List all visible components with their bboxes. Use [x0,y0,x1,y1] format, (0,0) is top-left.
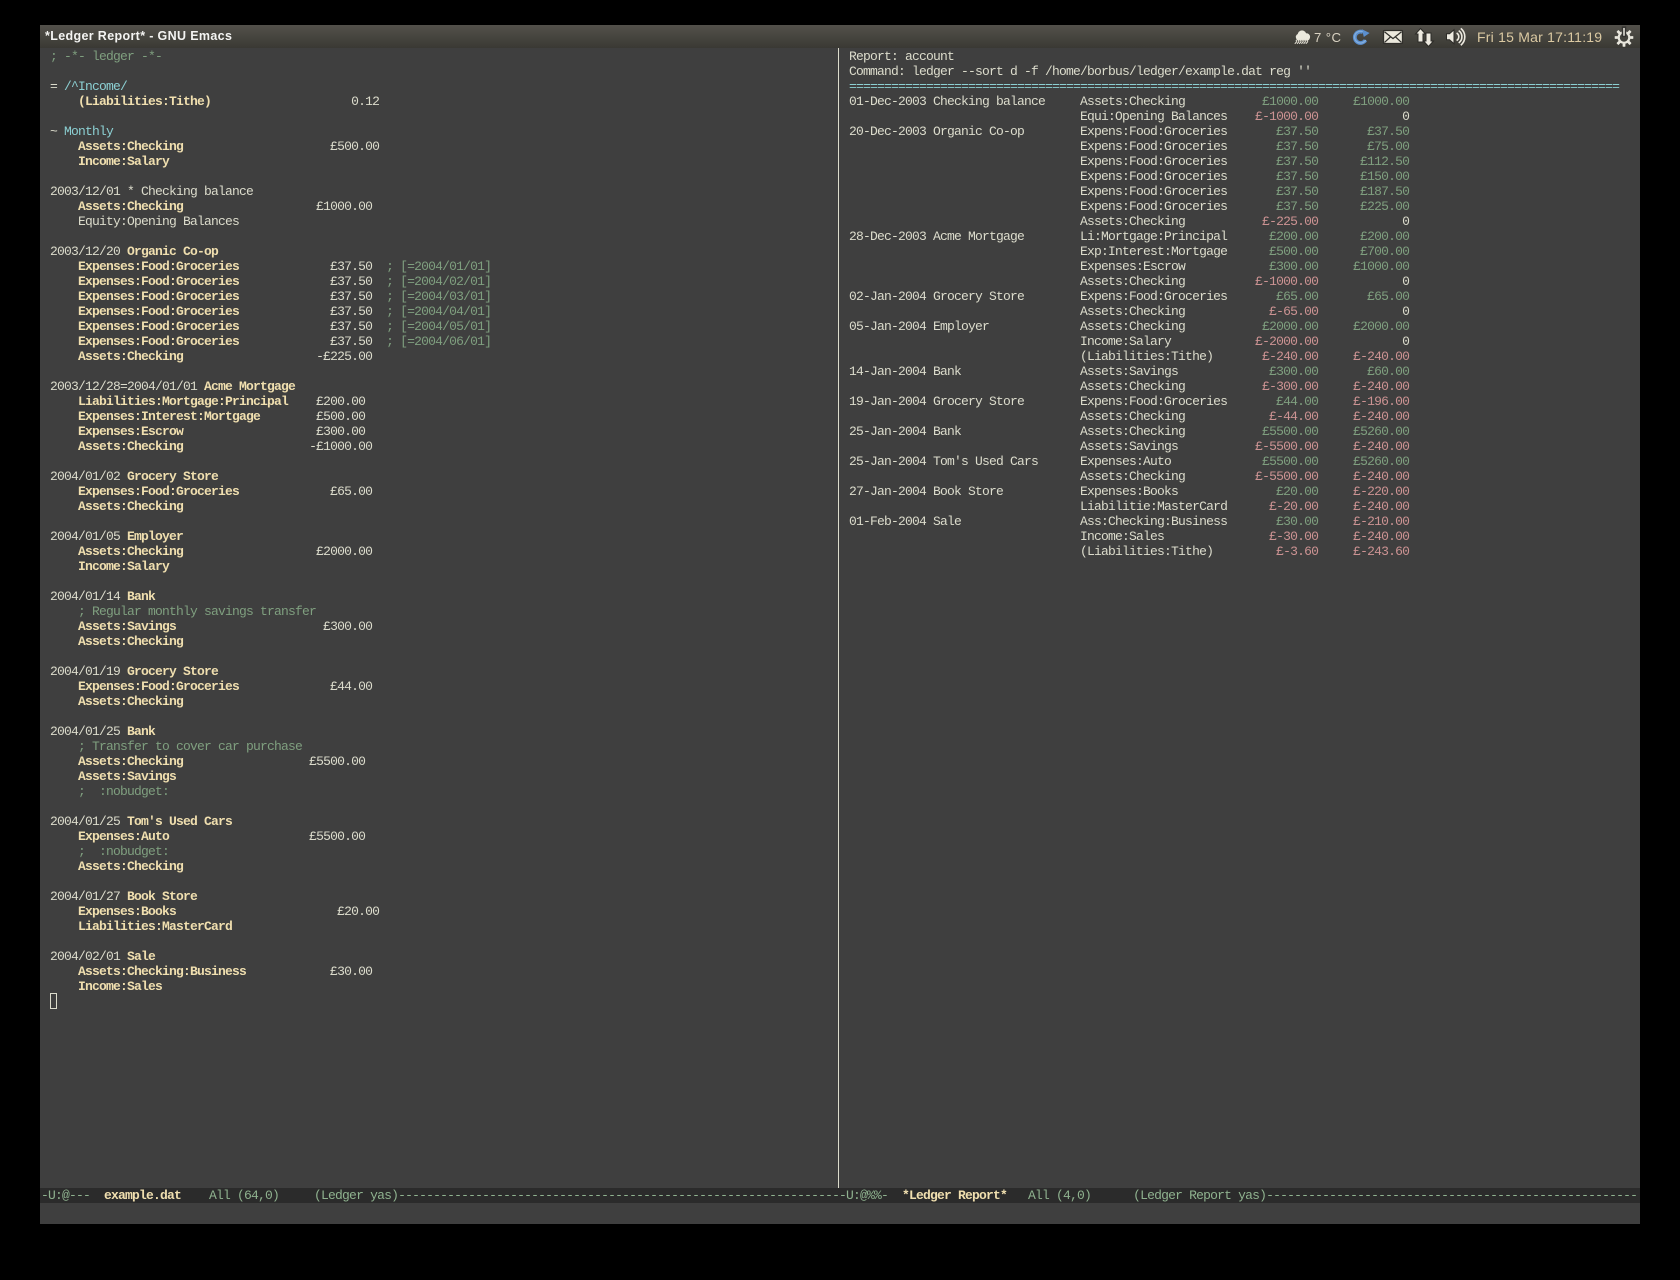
svg-text:Fri 15 Mar 17:11:19: Fri 15 Mar 17:11:19 [1477,29,1602,45]
svg-text:7 °C: 7 °C [1314,30,1341,45]
